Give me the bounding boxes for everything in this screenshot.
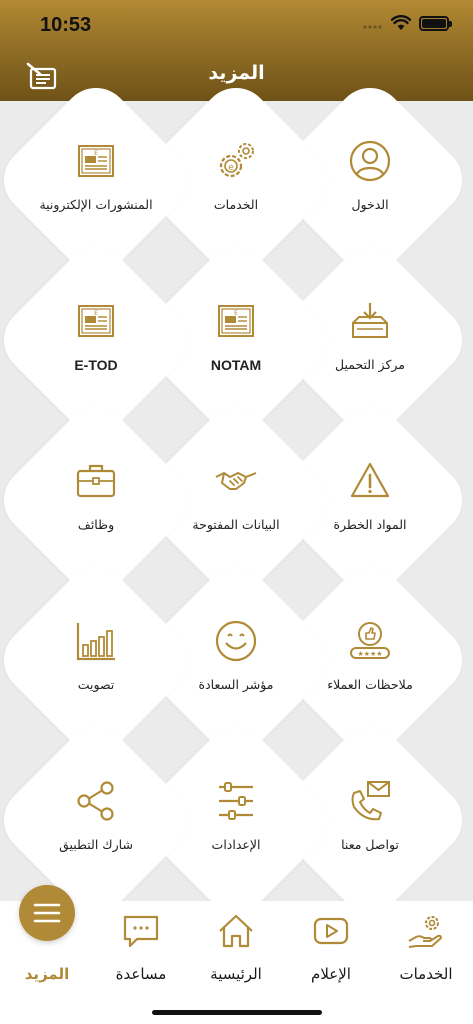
feedback-rating-icon: ★★★★ <box>350 622 390 659</box>
tab-home[interactable]: الرئيسية <box>189 911 283 991</box>
user-icon <box>349 140 391 182</box>
tab-label: الرئيسية <box>210 965 262 983</box>
e-services-gears-icon: e <box>219 143 254 178</box>
wifi-icon <box>391 15 411 30</box>
home-indicator <box>152 1010 322 1015</box>
tab-media[interactable]: الإعلام <box>284 911 378 991</box>
grid-item-label: الخدمات <box>213 197 259 212</box>
svg-text:E: E <box>94 150 98 157</box>
grid-item-label: وظائف <box>77 517 115 532</box>
handshake-icon <box>215 472 257 490</box>
grid-item-label: المنشورات الإلكترونية <box>39 197 153 212</box>
svg-text:E: E <box>94 310 98 317</box>
home-icon <box>219 914 253 948</box>
sliders-icon <box>219 782 253 820</box>
svg-text:e: e <box>228 163 234 173</box>
newspaper-icon: E <box>78 145 114 177</box>
signal-icon <box>363 25 382 29</box>
tab-services[interactable]: الخدمات <box>379 911 473 991</box>
warning-icon <box>350 462 390 498</box>
grid-item-label: تصويت <box>77 677 115 692</box>
grid-item-label: الإعدادات <box>211 837 261 852</box>
more-menu-button[interactable] <box>19 885 75 941</box>
grid-item-e-publications[interactable]: E المنشورات الإلكترونية <box>0 73 203 287</box>
bar-chart-icon <box>76 623 115 661</box>
share-icon <box>77 781 114 821</box>
grid-item-label: E-TOD <box>74 357 118 373</box>
download-tray-icon <box>352 303 388 338</box>
grid-item-label: NOTAM <box>210 357 262 373</box>
newspaper-icon: E <box>78 305 114 337</box>
hand-gear-icon <box>408 916 442 948</box>
status-time: 10:53 <box>40 14 92 36</box>
grid-item-label: مؤشر السعادة <box>198 677 274 692</box>
chat-icon <box>123 915 159 948</box>
grid-item-label: شارك التطبيق <box>59 837 133 852</box>
newspaper-icon: E <box>218 305 254 337</box>
briefcase-icon <box>76 464 116 498</box>
grid-item-share-app[interactable]: شارك التطبيق <box>0 713 203 927</box>
grid-item-voting[interactable]: تصويت <box>0 553 203 767</box>
tab-label: الإعلام <box>311 965 351 983</box>
tab-label: المزيد <box>24 965 70 983</box>
battery-icon <box>419 15 452 31</box>
top-bar: 10:53 المزيد <box>0 0 473 101</box>
tab-label: الخدمات <box>399 965 453 983</box>
tab-help[interactable]: مساعدة <box>94 911 188 991</box>
grid-item-e-tod[interactable]: E E-TOD <box>0 233 203 447</box>
svg-text:E: E <box>234 310 238 317</box>
page-title: المزيد <box>208 62 265 84</box>
phone-mail-icon <box>351 781 390 821</box>
status-icons <box>363 15 452 31</box>
svg-text:★★★★: ★★★★ <box>357 650 382 658</box>
menu-icon <box>33 903 61 923</box>
grid-item-jobs[interactable]: وظائف <box>0 393 203 607</box>
more-menu-grid: الدخول e الخدمات E المنشورات الإلكترونية <box>0 73 473 927</box>
grid-item-label: البيانات المفتوحة <box>192 517 280 532</box>
smiley-icon <box>215 620 257 662</box>
tab-label: مساعدة <box>115 965 167 983</box>
play-media-icon <box>313 917 349 945</box>
